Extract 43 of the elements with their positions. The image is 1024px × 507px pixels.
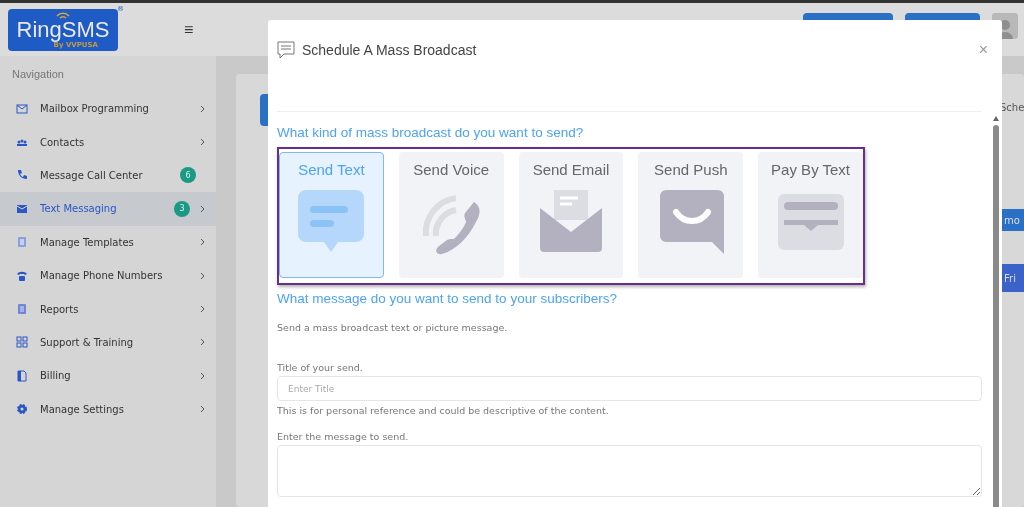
nav-item[interactable]: Reports [0,292,216,326]
section-heading: What kind of mass broadcast do you want to send? [277,125,585,140]
wifi-icon [56,10,70,19]
count-badge: 3 [174,200,190,217]
field-label: Enter the message to send. [277,431,410,442]
section-heading: What message do you want to send to your subscribers? [277,291,618,306]
chat-icon [276,40,296,60]
field-label: Title of your send. [277,362,364,373]
count-badge: 6 [180,167,196,184]
document-icon [16,236,28,249]
file-icon [16,369,28,382]
phone-icon [16,169,28,182]
broadcast-option[interactable]: Pay By Text [758,152,863,278]
nav-item[interactable]: Manage Phone Numbers [0,258,216,293]
envelope-icon [16,202,28,215]
nav-item[interactable]: Support & Training [0,325,216,360]
mail-icon [16,102,28,115]
message-input[interactable] [277,445,982,497]
broadcast-option[interactable]: Send Push [638,152,744,278]
nav-item[interactable]: Contacts [0,125,216,159]
broadcast-option[interactable]: Send Voice [398,152,504,278]
nav-item[interactable]: Manage Settings [0,392,216,426]
gear-icon [16,403,28,416]
scrollbar[interactable] [992,116,1000,507]
broadcast-option[interactable]: Send Email [518,152,624,278]
title-input[interactable]: Enter Title [277,376,982,401]
telephone-icon [16,269,28,282]
calendar-event: Fri [1000,264,1024,292]
help-text: This is for personal reference and could be descriptive of the content. [277,405,610,416]
description-text: Send a mass broadcast text or picture message. [277,322,509,333]
menu-button[interactable]: ≡ [180,20,198,39]
nav-item[interactable]: Message Call Center 6 [0,158,216,193]
nav-item[interactable]: Text Messaging 3 [0,192,216,226]
modal-title: Schedule A Mass Broadcast [302,42,478,58]
action-button[interactable]: mo [1000,209,1024,231]
list-icon [16,303,28,316]
scroll-up-icon[interactable] [993,116,999,121]
nav-item[interactable]: Billing [0,359,216,393]
nav-heading: Navigation [11,68,65,82]
logo-name: RingSMS [16,18,110,41]
nav-item[interactable]: Mailbox Programming [0,92,216,126]
grid-icon [16,336,28,349]
nav-item[interactable]: Manage Templates [0,225,216,259]
